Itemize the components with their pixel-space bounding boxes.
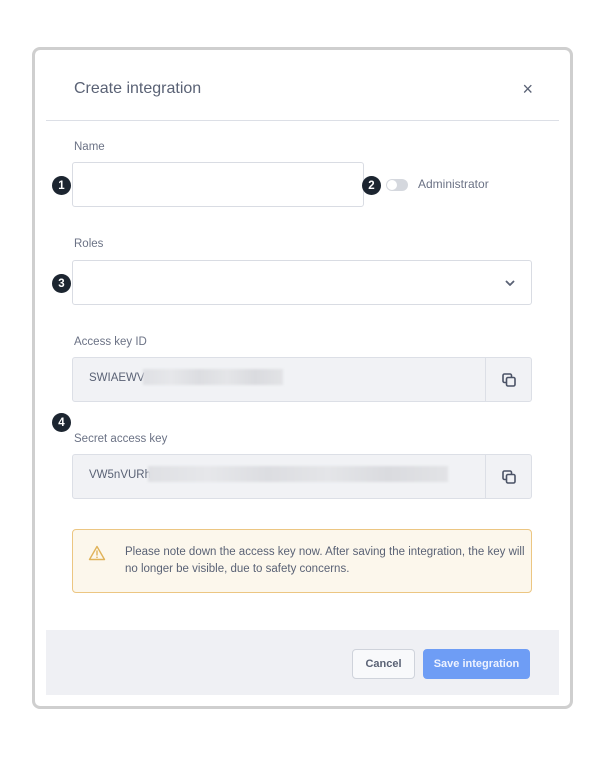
redacted-region: [143, 369, 283, 385]
secret-access-key-value: VW5nVURh: [89, 469, 151, 481]
administrator-label: Administrator: [418, 177, 489, 191]
access-key-id-field[interactable]: SWIAEWV: [72, 357, 532, 402]
dialog-title: Create integration: [74, 80, 202, 97]
dialog-header: Create integration ×: [46, 50, 559, 121]
annotation-badge-4: 4: [52, 413, 71, 432]
close-icon[interactable]: ×: [522, 79, 533, 99]
create-integration-dialog: Create integration × Name 1 2 Administra…: [46, 50, 559, 695]
secret-access-key-field[interactable]: VW5nVURh: [72, 454, 532, 499]
annotation-badge-3: 3: [52, 274, 71, 293]
chevron-down-icon: [505, 280, 515, 286]
access-key-id-label: Access key ID: [74, 336, 147, 348]
secret-access-key-label: Secret access key: [74, 433, 168, 445]
administrator-toggle[interactable]: [386, 179, 408, 191]
warning-alert: Please note down the access key now. Aft…: [72, 529, 532, 593]
redacted-region: [148, 466, 448, 482]
save-integration-button[interactable]: Save integration: [423, 649, 530, 679]
name-input[interactable]: [72, 162, 364, 207]
roles-select[interactable]: [72, 260, 532, 305]
dialog-footer: Cancel Save integration: [46, 630, 559, 695]
copy-secret-access-key-button[interactable]: [485, 455, 531, 498]
warning-icon: [88, 545, 106, 561]
copy-icon: [501, 469, 516, 484]
annotation-badge-1: 1: [52, 176, 71, 195]
copy-access-key-id-button[interactable]: [485, 358, 531, 401]
warning-text: Please note down the access key now. Aft…: [125, 546, 525, 575]
copy-icon: [501, 372, 516, 387]
cancel-button[interactable]: Cancel: [352, 649, 415, 679]
name-label: Name: [74, 141, 105, 153]
roles-label: Roles: [74, 238, 104, 250]
annotation-badge-2: 2: [362, 176, 381, 195]
access-key-id-value: SWIAEWV: [89, 372, 145, 384]
